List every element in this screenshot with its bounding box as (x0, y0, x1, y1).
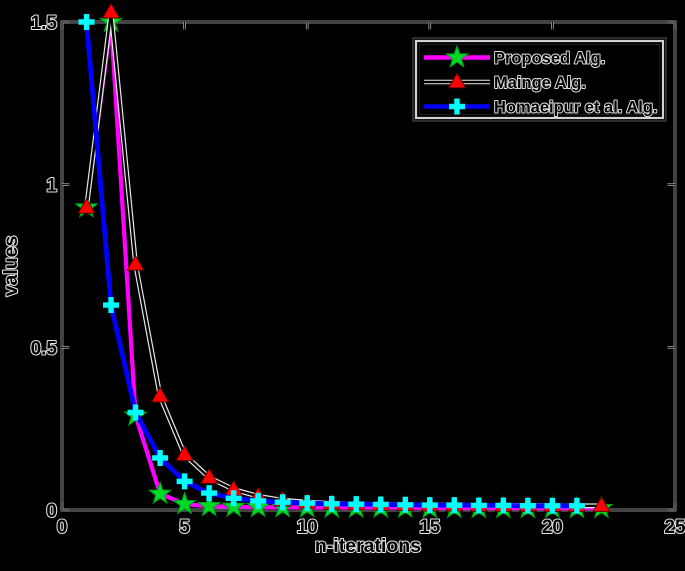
y-tick-label: 0 (46, 501, 57, 522)
x-tick-label: 0 (57, 517, 68, 538)
x-tick-label: 15 (419, 517, 441, 538)
figure: 0 5 10 15 20 25 0 0.5 1 1.5 n-iterations values P… (0, 0, 685, 566)
legend-label-mainge: Mainge Alg. (494, 74, 586, 92)
legend-label-proposed: Proposed Alg. (494, 50, 605, 68)
plus-marker-icon (78, 14, 95, 30)
plus-marker-icon (103, 297, 120, 314)
triangle-marker-icon (175, 444, 194, 461)
triangle-marker-icon (126, 254, 145, 271)
star-marker-icon (147, 480, 173, 505)
y-tick-label: 1.5 (31, 13, 58, 34)
x-axis-label: n-iterations (315, 535, 421, 557)
chart-canvas: 0 5 10 15 20 2500.511.5 n-iterations values P… (0, 2, 685, 558)
x-tick-label: 25 (664, 517, 685, 538)
x-tick-label: 20 (542, 517, 563, 538)
legend: Proposed Alg. Mainge Alg. Homaeipur et a… (412, 37, 667, 122)
triangle-marker-icon (150, 386, 170, 403)
legend-label-homaeipur: Homaeipur et al. Alg. (494, 99, 658, 117)
y-tick-label: 0.5 (31, 338, 58, 359)
x-tick-label: 5 (179, 517, 190, 538)
plus-marker-icon (201, 485, 218, 502)
triangle-marker-icon (101, 2, 121, 19)
y-axis-label: values (0, 235, 22, 296)
y-tick-label: 1 (46, 176, 57, 197)
